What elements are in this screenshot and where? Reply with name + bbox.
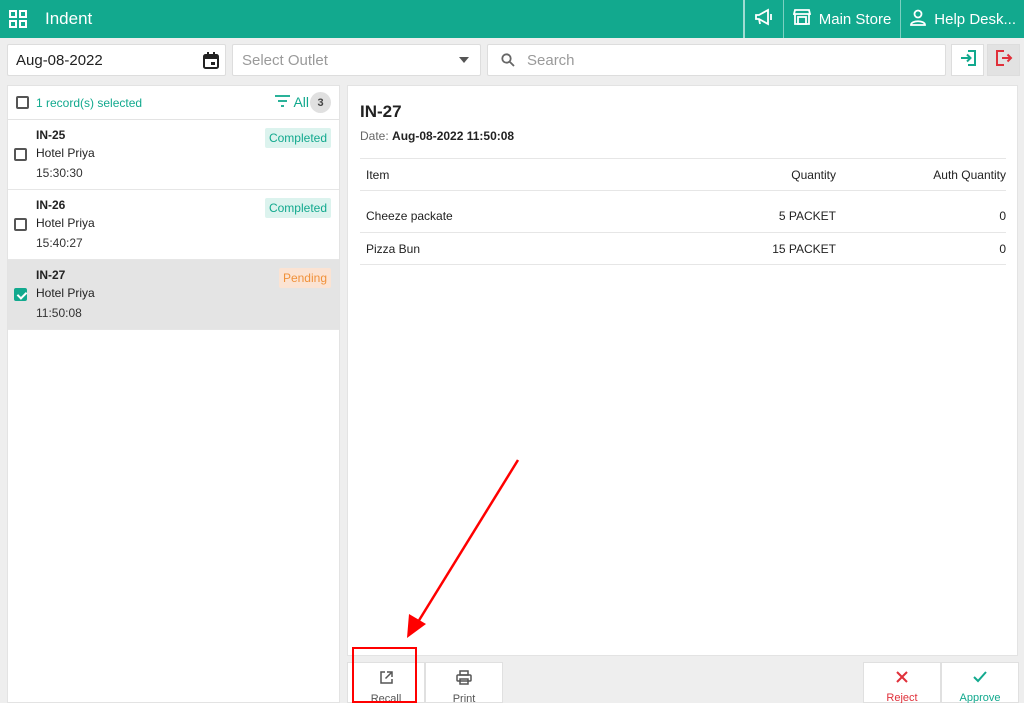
annotation-arrow-icon: [407, 459, 520, 638]
